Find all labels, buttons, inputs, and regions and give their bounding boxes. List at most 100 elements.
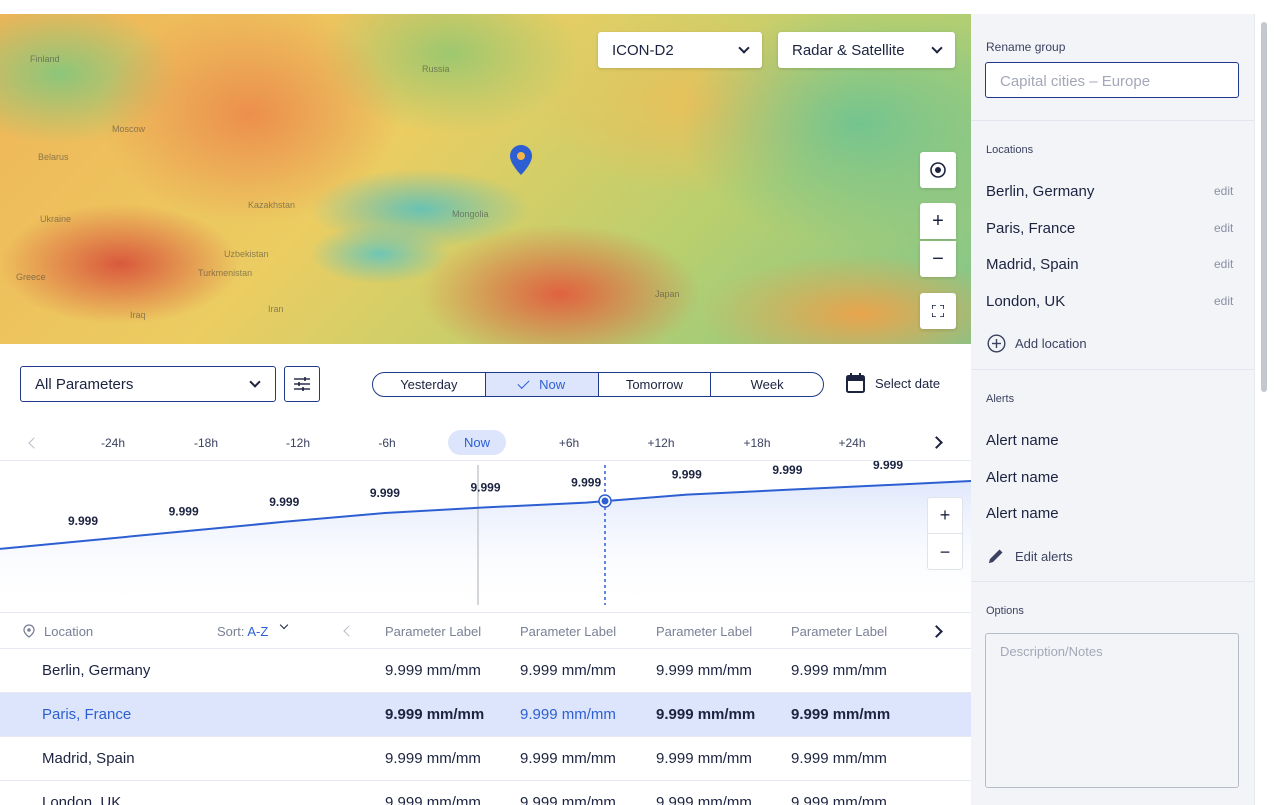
row-cell: 9.999 mm/mm <box>520 750 616 767</box>
edit-alerts-button[interactable]: Edit alerts <box>987 547 1073 565</box>
data-label: 9.999 <box>873 461 903 472</box>
timeline-tick[interactable]: +6h <box>559 436 579 450</box>
locate-icon <box>930 162 946 178</box>
divider <box>971 369 1254 370</box>
map-label: Iran <box>268 304 284 314</box>
chevron-down-icon <box>249 376 261 388</box>
location-column-header: Location <box>44 624 94 639</box>
row-cell: 9.999 mm/mm <box>791 662 887 679</box>
rename-group-input[interactable]: Capital cities – Europe <box>985 62 1239 98</box>
row-cell: 9.999 mm/mm <box>656 750 752 767</box>
options-title: Options <box>986 605 1024 617</box>
segment-tomorrow[interactable]: Tomorrow <box>599 373 712 396</box>
column-header: Parameter Label <box>385 624 482 639</box>
edit-location-link[interactable]: edit <box>1214 221 1233 235</box>
timeline-tick[interactable]: +18h <box>743 436 770 450</box>
row-location: Paris, France <box>42 706 132 723</box>
location-item[interactable]: Madrid, Spain <box>986 256 1079 273</box>
locations-title: Locations <box>986 144 1034 156</box>
row-cell: 9.999 mm/mm <box>791 750 887 767</box>
map-label: Uzbekistan <box>224 249 269 259</box>
chevron-right-icon[interactable] <box>930 436 943 449</box>
table-row[interactable]: Madrid, Spain 9.999 mm/mm 9.999 mm/mm 9.… <box>0 737 971 781</box>
location-pin-icon <box>23 624 35 638</box>
row-cell: 9.999 mm/mm <box>656 794 752 805</box>
chevron-right-icon[interactable] <box>930 625 943 638</box>
row-cell: 9.999 mm/mm <box>385 794 481 805</box>
table-header: Location Sort: A-Z Parameter Label Param… <box>0 612 971 649</box>
sort-control[interactable]: Sort: A-Z <box>217 624 268 639</box>
segment-yesterday[interactable]: Yesterday <box>373 373 486 396</box>
add-location-button[interactable]: Add location <box>987 334 1087 353</box>
fullscreen-button[interactable] <box>920 293 956 329</box>
map-label: Greece <box>16 272 46 282</box>
sliders-icon <box>294 377 310 391</box>
timeline-tick[interactable]: -12h <box>286 436 310 450</box>
alert-item[interactable]: Alert name <box>986 505 1059 522</box>
zoom-out-button[interactable]: − <box>920 241 956 277</box>
group-settings-sidebar: Rename group Capital cities – Europe Loc… <box>971 14 1254 805</box>
edit-location-link[interactable]: edit <box>1214 257 1233 271</box>
timeseries-chart[interactable]: 9.999 9.999 9.999 9.999 9.999 9.999 9.999 9.999… <box>0 461 971 611</box>
alert-item[interactable]: Alert name <box>986 432 1059 449</box>
location-pin-icon[interactable] <box>510 145 532 175</box>
chart-zoom-control: + − <box>927 497 963 570</box>
alerts-title: Alerts <box>986 393 1015 405</box>
timeline-tick[interactable]: -18h <box>194 436 218 450</box>
parameter-select-value: All Parameters <box>35 375 134 393</box>
layer-select-value: Radar & Satellite <box>792 41 905 59</box>
scrollbar-thumb[interactable] <box>1261 22 1267 392</box>
segment-label: Tomorrow <box>625 377 683 392</box>
edit-alerts-label: Edit alerts <box>1015 548 1073 564</box>
column-header: Parameter Label <box>791 624 888 639</box>
filter-settings-button[interactable] <box>284 366 320 402</box>
locate-button[interactable] <box>920 152 956 188</box>
model-select[interactable]: ICON-D2 <box>598 32 762 68</box>
data-label: 9.999 <box>772 463 802 477</box>
chevron-left-icon[interactable] <box>343 625 355 637</box>
data-label: 9.999 <box>470 480 500 494</box>
chart-zoom-in-button[interactable]: + <box>928 498 962 534</box>
timeline-now-chip[interactable]: Now <box>448 430 506 455</box>
timeline-tick[interactable]: +24h <box>838 436 865 450</box>
map-label: Moscow <box>112 124 146 134</box>
select-date-button[interactable]: Select date <box>846 373 940 393</box>
layer-select[interactable]: Radar & Satellite <box>778 32 955 68</box>
segment-now[interactable]: Now <box>485 373 599 396</box>
table-row-selected[interactable]: Paris, France 9.999 mm/mm 9.999 mm/mm 9.… <box>0 693 971 737</box>
location-item[interactable]: Paris, France <box>986 220 1075 237</box>
data-label: 9.999 <box>169 504 199 518</box>
selected-point[interactable] <box>601 497 609 505</box>
check-icon <box>517 376 530 390</box>
location-item[interactable]: London, UK <box>986 293 1065 310</box>
edit-location-link[interactable]: edit <box>1214 184 1233 198</box>
chevron-left-icon[interactable] <box>28 437 40 449</box>
row-cell: 9.999 mm/mm <box>520 794 616 805</box>
timeline-tick[interactable]: +12h <box>647 436 674 450</box>
time-range-segmented-control[interactable]: Yesterday Now Tomorrow Week <box>372 372 824 397</box>
chart-zoom-out-button[interactable]: − <box>928 534 962 570</box>
data-label: 9.999 <box>68 514 98 528</box>
map-label: Mongolia <box>452 209 489 219</box>
weather-map[interactable]: Finland Russia Moscow Belarus Kazakhstan… <box>0 14 971 344</box>
data-label: 9.999 <box>269 495 299 509</box>
map-label: Iraq <box>130 310 146 320</box>
scrollbar[interactable] <box>1254 14 1280 805</box>
edit-location-link[interactable]: edit <box>1214 294 1233 308</box>
timeline-tick[interactable]: -6h <box>378 436 395 450</box>
alert-item[interactable]: Alert name <box>986 469 1059 486</box>
location-item[interactable]: Berlin, Germany <box>986 183 1094 200</box>
zoom-in-button[interactable]: + <box>920 203 956 239</box>
map-label: Belarus <box>38 152 69 162</box>
map-label: Japan <box>655 289 680 299</box>
table-row[interactable]: Berlin, Germany 9.999 mm/mm 9.999 mm/mm … <box>0 649 971 693</box>
chevron-down-icon[interactable] <box>279 620 289 630</box>
timeline[interactable]: -24h -18h -12h -6h Now +6h +12h +18h +24… <box>0 425 971 461</box>
parameter-select[interactable]: All Parameters <box>20 366 276 402</box>
column-header: Parameter Label <box>656 624 753 639</box>
table-row[interactable]: London, UK 9.999 mm/mm 9.999 mm/mm 9.999… <box>0 781 971 805</box>
row-cell: 9.999 mm/mm <box>520 706 616 723</box>
segment-week[interactable]: Week <box>711 373 823 396</box>
timeline-tick[interactable]: -24h <box>101 436 125 450</box>
notes-textarea[interactable]: Description/Notes <box>985 633 1239 788</box>
